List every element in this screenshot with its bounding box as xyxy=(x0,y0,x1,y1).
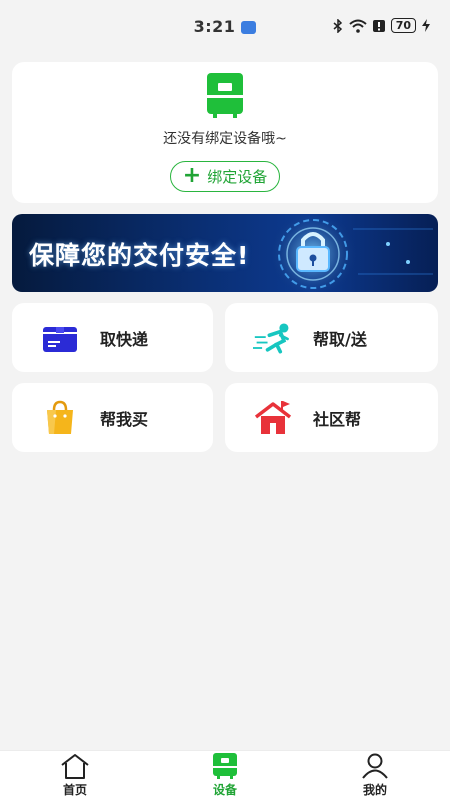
nav-label: 设备 xyxy=(212,783,237,797)
service-community-help[interactable]: 社区帮 xyxy=(225,383,438,452)
alert-icon xyxy=(372,19,385,32)
device-icon xyxy=(207,73,243,118)
nav-item-device[interactable]: 设备 xyxy=(165,753,285,798)
device-card: 还没有绑定设备哦~ + 绑定设备 xyxy=(12,62,438,203)
service-label: 帮我买 xyxy=(100,409,149,429)
profile-icon xyxy=(362,753,388,779)
empty-state-text: 还没有绑定设备哦~ xyxy=(163,131,287,147)
home-icon xyxy=(61,754,89,779)
service-pickup-delivery[interactable]: 帮取/送 xyxy=(225,303,438,372)
house-icon xyxy=(253,398,293,438)
lock-icon xyxy=(269,214,433,292)
runner-icon xyxy=(253,318,293,358)
security-banner[interactable]: 保障您的交付安全! xyxy=(12,214,438,292)
service-label: 取快递 xyxy=(100,329,149,349)
service-label: 帮取/送 xyxy=(313,329,367,349)
bind-device-label: 绑定设备 xyxy=(207,168,268,186)
notification-icon xyxy=(241,20,257,34)
package-box-icon xyxy=(40,318,80,358)
service-label: 社区帮 xyxy=(313,409,362,429)
nav-label: 我的 xyxy=(362,783,387,797)
battery-indicator: 70 xyxy=(390,18,416,33)
service-help-buy[interactable]: 帮我买 xyxy=(12,383,213,452)
nav-label: 首页 xyxy=(62,783,87,797)
status-bar: 3:21 70 xyxy=(0,0,450,52)
service-pickup-express[interactable]: 取快递 xyxy=(12,303,213,372)
nav-item-profile[interactable]: 我的 xyxy=(315,753,435,798)
device-icon xyxy=(213,753,237,779)
bluetooth-icon xyxy=(333,18,342,33)
plus-icon: + xyxy=(182,162,202,188)
charging-icon xyxy=(422,19,430,32)
shopping-bag-icon xyxy=(40,398,80,438)
status-indicators: 70 xyxy=(333,18,430,33)
bind-device-button[interactable]: + 绑定设备 xyxy=(169,161,281,192)
status-time: 3:21 xyxy=(193,16,236,36)
nav-item-home[interactable]: 首页 xyxy=(15,753,135,798)
banner-title: 保障您的交付安全! xyxy=(29,241,250,270)
bottom-nav: 首页 设备 我的 xyxy=(0,750,450,800)
wifi-icon xyxy=(349,19,367,33)
